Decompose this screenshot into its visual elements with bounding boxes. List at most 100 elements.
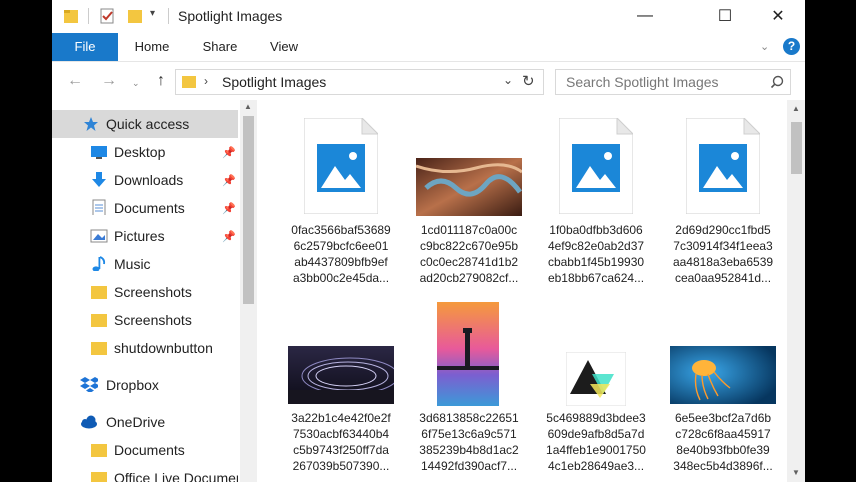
file-name: 0fac3566baf53689 6c2579bcfc6ee01 ab4437809… bbox=[291, 223, 391, 285]
tab-share[interactable]: Share bbox=[192, 33, 248, 61]
sidebar-item-label: shutdownbutton bbox=[114, 340, 213, 356]
file-name: 6e5ee3bcf2a7d6b c728c6f8aa45917 8e40b93fbb… bbox=[673, 411, 773, 473]
scroll-up-icon[interactable]: ▲ bbox=[792, 104, 800, 113]
help-icon[interactable]: ? bbox=[783, 38, 800, 55]
tab-file[interactable]: File bbox=[52, 33, 118, 61]
tab-view[interactable]: View bbox=[258, 33, 310, 61]
folder-icon bbox=[91, 472, 107, 482]
music-icon bbox=[92, 256, 106, 271]
file-name: 1cd011187c0a00c c9bc822c670e95b c0c0ec2874… bbox=[419, 223, 519, 285]
sidebar-item-label: OneDrive bbox=[106, 414, 166, 430]
star-icon bbox=[84, 117, 98, 131]
pin-icon[interactable]: 📌 bbox=[222, 174, 236, 187]
image-file-icon bbox=[304, 118, 378, 214]
close-button[interactable]: ✕ bbox=[755, 0, 801, 32]
file-list: 0fac3566baf53689 6c2579bcfc6ee01 ab4437809… bbox=[257, 100, 787, 482]
file-name: 3d6813858c22651 6f75e13c6a9c571 385239b4b8… bbox=[419, 411, 519, 473]
scroll-down-icon[interactable]: ▼ bbox=[792, 468, 800, 477]
search-input[interactable]: Search Spotlight Images bbox=[555, 69, 791, 95]
pin-icon[interactable]: 📌 bbox=[222, 202, 236, 215]
up-button[interactable]: ↑ bbox=[150, 70, 172, 92]
quick-access-dropdown-icon[interactable]: ▾ bbox=[150, 8, 155, 19]
sidebar-item-label: Desktop bbox=[114, 144, 166, 160]
scroll-up-icon[interactable]: ▲ bbox=[244, 102, 252, 111]
expand-ribbon-icon[interactable]: ⌄ bbox=[760, 40, 769, 53]
sidebar-item-shutdownbutton[interactable]: shutdownbutton bbox=[52, 334, 242, 362]
breadcrumb-chevron-icon[interactable]: › bbox=[204, 74, 208, 88]
address-dropdown-icon[interactable]: ⌄ bbox=[503, 73, 513, 87]
folder-icon bbox=[91, 286, 107, 299]
sidebar-item-label: Downloads bbox=[114, 172, 184, 188]
sidebar-item-downloads[interactable]: Downloads 📌 bbox=[52, 166, 242, 194]
image-thumbnail bbox=[416, 158, 522, 216]
sidebar-item-label: Pictures bbox=[114, 228, 165, 244]
tab-home[interactable]: Home bbox=[124, 33, 180, 61]
address-row: ← → ⌄ ↑ › Spotlight Images ⌄ ↻ Search Sp… bbox=[52, 62, 805, 100]
sidebar-item-onedrive-documents[interactable]: Documents bbox=[52, 436, 242, 464]
navigation-scrollbar[interactable]: ▲ bbox=[240, 100, 257, 482]
sidebar-item-documents[interactable]: Documents 📌 bbox=[52, 194, 242, 222]
image-thumbnail bbox=[437, 302, 499, 406]
file-name: 5c469889d3bdee3 609de9afb8d5a7d 1a4ffeb1e9… bbox=[546, 411, 646, 473]
minimize-icon: — bbox=[637, 7, 653, 24]
sidebar-item-music[interactable]: Music bbox=[52, 250, 242, 278]
forward-button[interactable]: → bbox=[98, 70, 120, 92]
folder-icon bbox=[64, 10, 78, 23]
recent-locations-icon[interactable]: ⌄ bbox=[132, 78, 140, 89]
window-title: Spotlight Images bbox=[178, 8, 283, 24]
sidebar-item-label: Screenshots bbox=[114, 284, 192, 300]
sidebar-item-screenshots[interactable]: Screenshots bbox=[52, 278, 242, 306]
arrow-right-icon: → bbox=[101, 72, 117, 89]
folder-icon bbox=[91, 314, 107, 327]
folder-icon bbox=[91, 444, 107, 457]
maximize-button[interactable]: ☐ bbox=[702, 0, 748, 32]
sidebar-item-label: Music bbox=[114, 256, 151, 272]
properties-icon[interactable] bbox=[98, 7, 116, 25]
sidebar-item-label: Screenshots bbox=[114, 312, 192, 328]
image-thumbnail bbox=[288, 346, 394, 404]
desktop-icon bbox=[91, 146, 107, 159]
back-button[interactable]: ← bbox=[64, 70, 86, 92]
file-name: 2d69d290cc1fbd5 7c30914f34f1eea3 aa4818a3e… bbox=[672, 223, 774, 285]
pin-icon[interactable]: 📌 bbox=[222, 230, 236, 243]
breadcrumb[interactable]: Spotlight Images bbox=[222, 74, 326, 90]
sidebar-item-dropbox[interactable]: Dropbox bbox=[52, 371, 242, 399]
refresh-icon[interactable]: ↻ bbox=[522, 72, 535, 90]
arrow-left-icon: ← bbox=[67, 72, 83, 89]
file-explorer-window: ▾ Spotlight Images — ☐ ✕ File Home Share… bbox=[52, 0, 805, 482]
search-placeholder: Search Spotlight Images bbox=[566, 74, 719, 90]
folder-icon bbox=[91, 342, 107, 355]
scrollbar-thumb[interactable] bbox=[791, 122, 802, 174]
sidebar-item-office-live-documents[interactable]: Office Live Documen bbox=[52, 464, 238, 482]
address-bar[interactable]: › Spotlight Images ⌄ ↻ bbox=[175, 69, 544, 95]
sidebar-item-onedrive[interactable]: OneDrive bbox=[52, 408, 242, 436]
pictures-icon bbox=[90, 229, 108, 243]
file-name: 3a22b1c4e42f0e2f 7530acbf63440b4 c5b9743f2… bbox=[291, 411, 391, 473]
arrow-up-icon: ↑ bbox=[157, 72, 165, 89]
sidebar-item-label: Documents bbox=[114, 442, 185, 458]
documents-icon bbox=[92, 199, 106, 215]
sidebar-item-quick-access[interactable]: Quick access bbox=[52, 110, 238, 138]
ribbon-tabs: File Home Share View ⌄ ? bbox=[52, 33, 805, 62]
new-folder-icon[interactable] bbox=[126, 7, 144, 25]
image-thumbnail bbox=[566, 352, 626, 406]
scrollbar-thumb[interactable] bbox=[243, 116, 254, 304]
sidebar-item-label: Office Live Documen bbox=[114, 470, 238, 482]
image-file-icon bbox=[559, 118, 633, 214]
title-bar: ▾ Spotlight Images — ☐ ✕ bbox=[52, 0, 805, 32]
minimize-button[interactable]: — bbox=[622, 0, 668, 32]
sidebar-item-pictures[interactable]: Pictures 📌 bbox=[52, 222, 242, 250]
content-scrollbar[interactable]: ▲ ▼ bbox=[787, 100, 805, 482]
sidebar-item-screenshots[interactable]: Screenshots bbox=[52, 306, 242, 334]
navigation-pane: Quick access Desktop 📌 Downloads 📌 Docum… bbox=[52, 100, 257, 482]
sidebar-item-label: Documents bbox=[114, 200, 185, 216]
folder-icon bbox=[182, 76, 196, 88]
file-name: 1f0ba0dfbb3d606 4ef9c82e0ab2d37 cbabb1f45b… bbox=[547, 223, 645, 285]
pin-icon[interactable]: 📌 bbox=[222, 146, 236, 159]
image-file-icon bbox=[686, 118, 760, 214]
search-icon[interactable] bbox=[770, 75, 784, 89]
cloud-icon bbox=[81, 415, 97, 429]
sidebar-item-desktop[interactable]: Desktop 📌 bbox=[52, 138, 242, 166]
close-icon: ✕ bbox=[771, 8, 785, 25]
dropbox-icon bbox=[80, 377, 98, 392]
